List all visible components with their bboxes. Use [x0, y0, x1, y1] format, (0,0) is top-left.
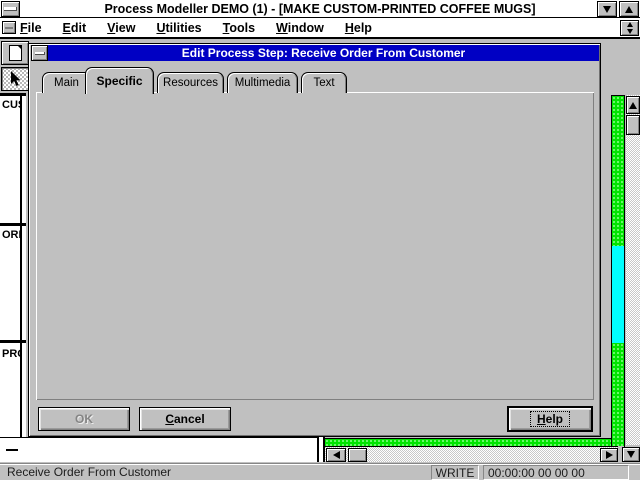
- scroll-left-button[interactable]: [326, 448, 346, 462]
- screen: Process Modeller DEMO (1) - [MAKE CUSTOM…: [0, 0, 640, 480]
- scroll-right-button[interactable]: [600, 448, 618, 462]
- scroll-up-button[interactable]: [626, 96, 640, 114]
- new-document-icon: [9, 45, 22, 61]
- scroll-right-icon: [606, 451, 613, 459]
- app-control-menu-button[interactable]: [1, 1, 20, 17]
- canvas-dash-mark: [6, 449, 18, 451]
- lane-border: [0, 223, 26, 226]
- menu-window[interactable]: Window: [276, 21, 324, 35]
- menu-file[interactable]: File: [20, 21, 42, 35]
- toolbar-new-diagram-button[interactable]: [1, 41, 29, 65]
- canvas-lane-headers: [0, 93, 26, 437]
- lane-label-customer: CUS: [2, 99, 20, 111]
- maximize-icon: [625, 6, 633, 13]
- vertical-scrollbar-thumb[interactable]: [626, 115, 640, 135]
- vertical-color-bar: [611, 95, 625, 447]
- lane-label-order: ORD: [2, 229, 20, 241]
- app-titlebar: Process Modeller DEMO (1) - [MAKE CUSTOM…: [0, 0, 640, 18]
- lane-header-divider-line: [20, 96, 22, 437]
- tab-multimedia[interactable]: Multimedia: [227, 72, 298, 93]
- toolbar-pointer-tool-button[interactable]: [1, 67, 29, 91]
- color-bar-green-segment: [612, 343, 624, 446]
- status-mode-badge: WRITE: [431, 465, 479, 480]
- ok-button[interactable]: OK: [38, 407, 130, 431]
- statusbar: Receive Order From Customer WRITE 00:00:…: [0, 463, 640, 480]
- maximize-button[interactable]: [619, 1, 639, 17]
- lane-label-process: PRO: [2, 348, 20, 360]
- scroll-up-icon: [629, 102, 637, 109]
- scroll-left-icon: [333, 451, 340, 459]
- status-message: Receive Order From Customer: [7, 465, 171, 479]
- restore-down-icon: [627, 29, 633, 34]
- tab-text[interactable]: Text: [301, 72, 347, 93]
- scroll-down-icon: [627, 451, 635, 458]
- menu-tools[interactable]: Tools: [223, 21, 255, 35]
- tab-panel: [36, 92, 594, 400]
- control-menu-dash-icon: [4, 7, 17, 11]
- lane-column-divider: [317, 437, 325, 462]
- tab-resources[interactable]: Resources: [157, 72, 224, 93]
- dialog-control-dash-icon: [35, 52, 45, 55]
- tab-main[interactable]: Main: [42, 72, 91, 93]
- restore-up-icon: [627, 22, 633, 27]
- status-timer: 00:00:00 00 00 00: [483, 465, 629, 480]
- menu-help[interactable]: Help: [345, 21, 372, 35]
- dialog-control-menu-button[interactable]: [31, 45, 48, 61]
- scroll-down-button[interactable]: [622, 447, 640, 462]
- child-restore-button[interactable]: [620, 20, 639, 36]
- dialog-titlebar: Edit Process Step: Receive Order From Cu…: [48, 45, 599, 61]
- horizontal-color-bar: [325, 438, 618, 447]
- lane-border: [0, 93, 26, 96]
- minimize-button[interactable]: [597, 1, 617, 17]
- menu-utilities[interactable]: Utilities: [156, 21, 201, 35]
- pointer-arrow-icon: [8, 71, 22, 87]
- menu-view[interactable]: View: [107, 21, 135, 35]
- lane-border: [0, 340, 26, 343]
- help-button[interactable]: Help: [507, 406, 593, 432]
- canvas-bottom-area: [0, 437, 317, 462]
- minimize-icon: [603, 6, 611, 13]
- cancel-button[interactable]: Cancel: [139, 407, 231, 431]
- child-control-dash-icon: [5, 27, 13, 29]
- menu-edit[interactable]: Edit: [63, 21, 87, 35]
- vertical-scrollbar-track[interactable]: [626, 95, 640, 445]
- window-title: Process Modeller DEMO (1) - [MAKE CUSTOM…: [0, 2, 640, 16]
- color-bar-green-segment: [612, 96, 624, 246]
- horizontal-scrollbar-thumb[interactable]: [348, 448, 367, 462]
- tab-specific[interactable]: Specific: [85, 67, 154, 94]
- color-bar-cyan-segment: [612, 246, 624, 343]
- dialog-title: Edit Process Step: Receive Order From Cu…: [182, 46, 465, 60]
- horizontal-scrollbar-track[interactable]: [325, 447, 618, 462]
- child-control-menu-button[interactable]: [2, 21, 16, 34]
- menubar: File Edit View Utilities Tools Window He…: [0, 18, 640, 39]
